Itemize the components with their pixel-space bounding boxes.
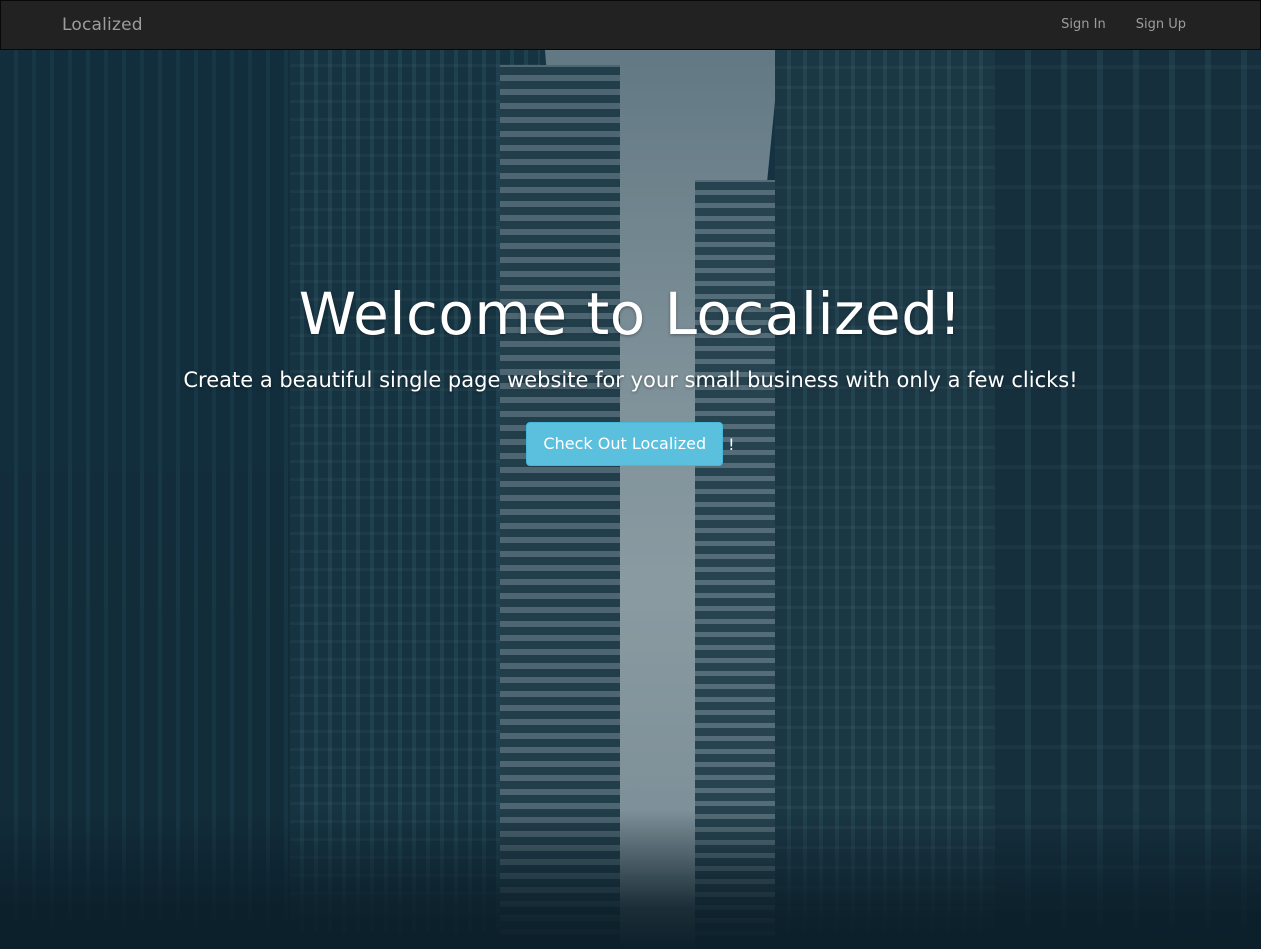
hero-title: Welcome to Localized! [298, 280, 963, 348]
cta-row: Check Out Localized ! [0, 422, 1261, 466]
brand-link[interactable]: Localized [62, 15, 143, 35]
check-out-localized-button[interactable]: Check Out Localized [526, 422, 724, 466]
hero-subtitle: Create a beautiful single page website f… [183, 368, 1078, 392]
sign-in-link[interactable]: Sign In [1061, 17, 1106, 32]
sign-up-link[interactable]: Sign Up [1136, 17, 1186, 32]
nav-links: Sign In Sign Up [1061, 17, 1186, 32]
hero-background-overlay [0, 50, 1261, 949]
top-navbar: Localized Sign In Sign Up [0, 0, 1261, 50]
hero-content: Welcome to Localized! Create a beautiful… [0, 280, 1261, 466]
hero-section: Welcome to Localized! Create a beautiful… [0, 50, 1261, 949]
cta-suffix-text: ! [728, 434, 735, 454]
